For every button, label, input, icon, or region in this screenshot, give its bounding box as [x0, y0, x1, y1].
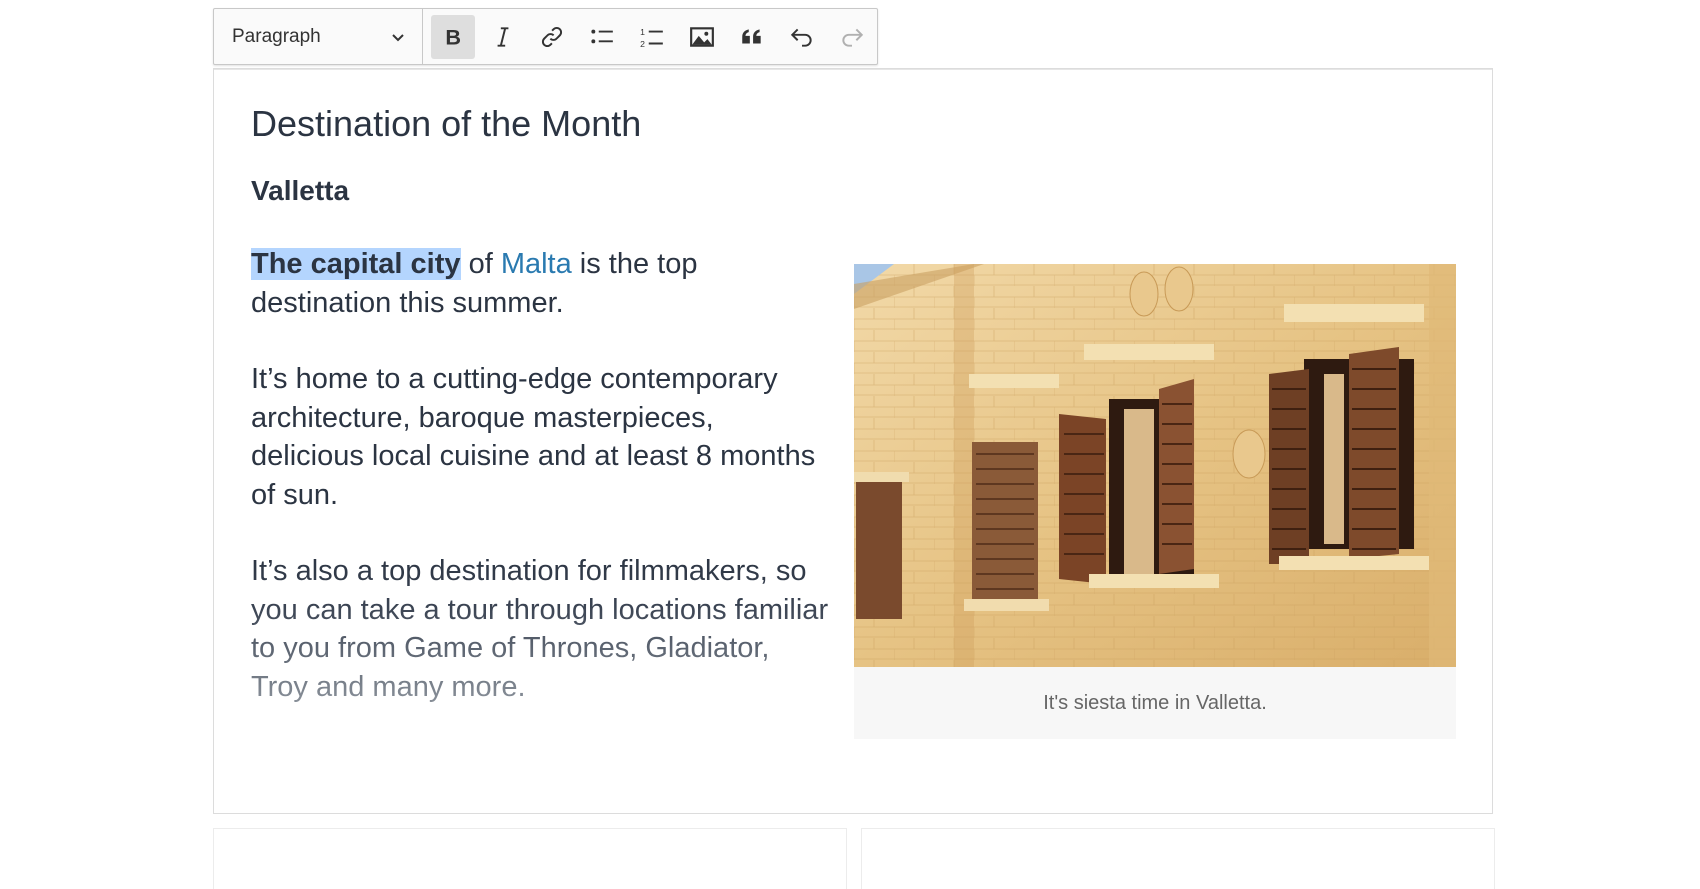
heading-dropdown[interactable]: Paragraph — [214, 9, 423, 64]
editor-content[interactable]: Destination of the Month Valletta The ca… — [213, 68, 1493, 814]
paragraph-1-text-a: of — [460, 248, 501, 280]
undo-button[interactable] — [780, 15, 824, 59]
undo-icon — [790, 28, 812, 47]
quote-icon — [742, 28, 761, 43]
svg-text:B: B — [445, 24, 461, 49]
editor-toolbar: Paragraph B 12 — [213, 8, 878, 65]
svg-text:2: 2 — [640, 38, 645, 48]
figure-caption[interactable]: It's siesta time in Valletta. — [854, 667, 1456, 739]
block-quote-button[interactable] — [730, 15, 774, 59]
link-icon — [542, 26, 563, 47]
lower-card-left — [213, 828, 847, 889]
image-figure[interactable]: It's siesta time in Valletta. — [854, 264, 1456, 739]
numbered-list-button[interactable]: 12 — [630, 15, 674, 59]
valletta-photo[interactable] — [854, 264, 1456, 667]
bold-icon: B — [445, 24, 461, 49]
italic-icon — [497, 26, 508, 47]
redo-icon — [842, 28, 864, 47]
document-title[interactable]: Destination of the Month — [251, 103, 641, 145]
bold-button[interactable]: B — [430, 14, 475, 59]
chevron-down-icon — [391, 33, 404, 41]
text-column: The capital city of Malta is the top des… — [251, 245, 831, 744]
lower-card-right — [861, 828, 1495, 889]
selected-text[interactable]: The capital city — [251, 248, 461, 280]
image-icon — [690, 26, 715, 47]
malta-link[interactable]: Malta — [501, 248, 572, 280]
bulleted-list-icon — [591, 29, 614, 43]
italic-button[interactable] — [481, 15, 525, 59]
numbered-list-icon: 12 — [640, 26, 664, 48]
redo-button[interactable] — [830, 15, 874, 59]
link-button[interactable] — [531, 15, 575, 59]
heading-dropdown-value: Paragraph — [232, 25, 321, 47]
paragraph-2[interactable]: It’s home to a cutting-edge contemporary… — [251, 360, 831, 514]
paragraph-1[interactable]: The capital city of Malta is the top des… — [251, 245, 831, 322]
bulleted-list-button[interactable] — [580, 15, 624, 59]
paragraph-3[interactable]: It’s also a top destination for filmmake… — [251, 552, 831, 706]
svg-text:1: 1 — [640, 26, 645, 36]
document-subtitle[interactable]: Valletta — [251, 175, 349, 207]
insert-image-button[interactable] — [680, 15, 724, 59]
